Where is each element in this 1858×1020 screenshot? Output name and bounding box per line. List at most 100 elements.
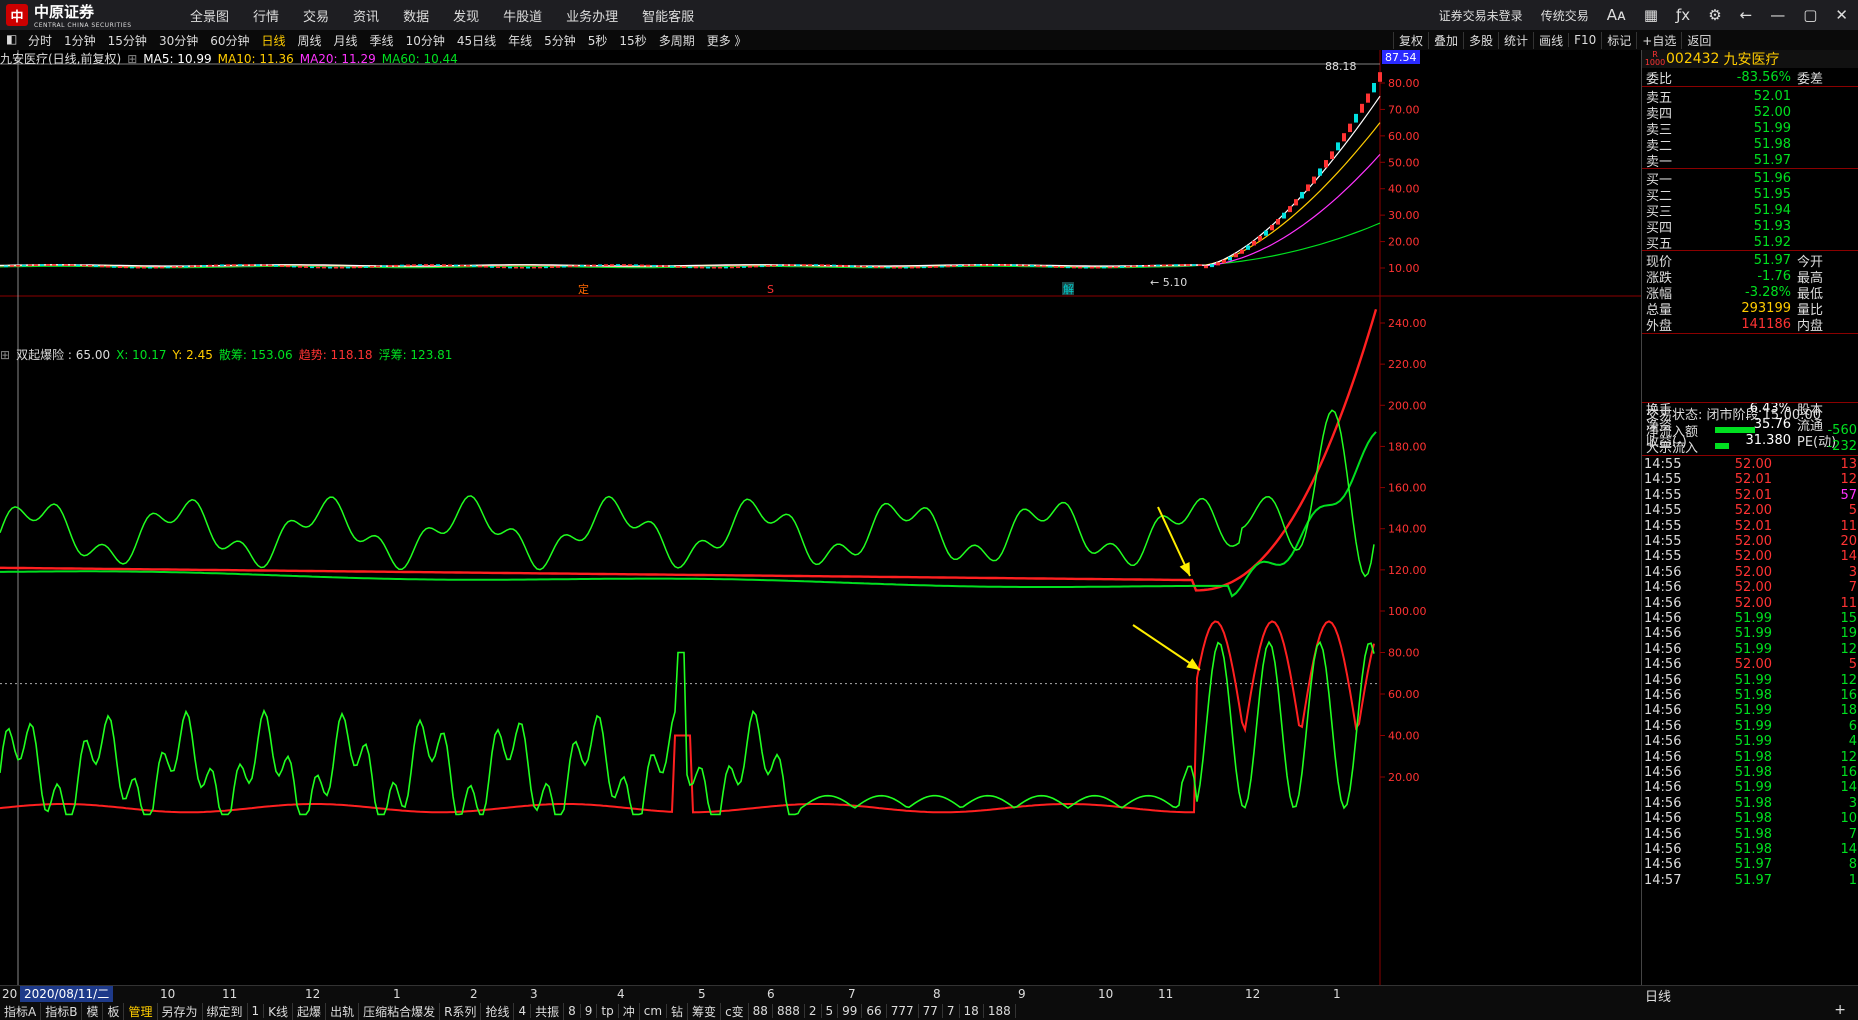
candle: [280, 265, 284, 267]
tool-button[interactable]: 多股: [1463, 31, 1498, 49]
indicator-tab[interactable]: 筹变: [688, 1002, 722, 1020]
menu-item[interactable]: 牛股道: [503, 6, 542, 25]
stat-value: 141186: [1741, 316, 1791, 332]
indicator-tab[interactable]: 188: [984, 1004, 1016, 1018]
indicator-tab[interactable]: 4: [514, 1004, 532, 1018]
trade-mode-button[interactable]: 传统交易: [1541, 7, 1589, 24]
indicator-tab[interactable]: c变: [721, 1002, 749, 1020]
tick-time: 14:56: [1644, 657, 1682, 673]
candle: [1240, 249, 1244, 254]
tool-button[interactable]: 叠加: [1428, 31, 1463, 49]
add-icon[interactable]: +: [1834, 1002, 1846, 1018]
indicator-tab[interactable]: 77: [919, 1004, 943, 1018]
indicator-y-tick: 240.00: [1388, 317, 1427, 330]
indicator-tab[interactable]: 8: [564, 1004, 581, 1018]
candle: [1012, 264, 1016, 267]
indicator-tab[interactable]: 888: [773, 1004, 805, 1018]
period-tab[interactable]: 15分钟: [108, 32, 147, 49]
tool-button[interactable]: 统计: [1498, 31, 1533, 49]
tick-price: 51.99: [1734, 718, 1772, 734]
candle: [1024, 264, 1028, 267]
x-axis-label: 9: [1018, 987, 1026, 1001]
back-arrow-icon[interactable]: ←: [1740, 6, 1753, 24]
indicator-tab[interactable]: 起爆: [293, 1002, 327, 1020]
period-tab[interactable]: 30分钟: [159, 32, 198, 49]
tool-button[interactable]: 复权: [1393, 31, 1428, 49]
indicator-tab[interactable]: 9: [581, 1004, 598, 1018]
indicator-tab[interactable]: 指标A: [0, 1002, 42, 1020]
indicator-tab[interactable]: 板: [103, 1002, 125, 1020]
font-size-icon[interactable]: Aᴀ: [1607, 6, 1626, 24]
minimize-icon[interactable]: —: [1770, 6, 1785, 24]
period-tab[interactable]: 更多 》: [707, 32, 747, 49]
tick-time: 14:56: [1644, 626, 1682, 642]
candle: [1336, 142, 1340, 151]
period-tab[interactable]: 月线: [334, 32, 358, 49]
indicator-y-tick: 100.00: [1388, 605, 1427, 618]
period-tab[interactable]: 年线: [508, 32, 532, 49]
indicator-tab[interactable]: 钻: [667, 1002, 689, 1020]
period-tab[interactable]: 周线: [298, 32, 322, 49]
indicator-tab[interactable]: tp: [597, 1004, 619, 1018]
period-tab[interactable]: 季线: [370, 32, 394, 49]
indicator-tab[interactable]: 5: [822, 1004, 839, 1018]
period-tab[interactable]: 10分钟: [406, 32, 445, 49]
period-tab[interactable]: 15秒: [619, 32, 646, 49]
formula-icon[interactable]: ƒx: [1676, 6, 1690, 24]
grid-icon[interactable]: ▦: [1644, 6, 1658, 24]
indicator-tab[interactable]: 66: [862, 1004, 887, 1018]
indicator-tab[interactable]: K线: [264, 1002, 294, 1020]
menu-item[interactable]: 资讯: [353, 6, 379, 25]
indicator-tab[interactable]: 压缩粘合爆发: [359, 1002, 441, 1020]
maximize-icon[interactable]: ▢: [1803, 6, 1817, 24]
period-tab[interactable]: 1分钟: [64, 32, 96, 49]
toggle-icon[interactable]: ⊞: [0, 348, 10, 362]
panel-toggle-icon[interactable]: ◧: [6, 32, 17, 46]
indicator-tab[interactable]: 指标B: [41, 1002, 83, 1020]
tool-button[interactable]: 标记: [1601, 31, 1636, 49]
indicator-tab[interactable]: 出轨: [326, 1002, 360, 1020]
indicator-tab[interactable]: 抢线: [481, 1002, 515, 1020]
period-tab[interactable]: 45日线: [457, 32, 496, 49]
tool-button[interactable]: F10: [1568, 33, 1601, 47]
kline-chart[interactable]: 80.00 70.00 60.00 50.00 40.00 30.00 20.00 10.00…: [0, 50, 1641, 985]
indicator-tab[interactable]: 18: [960, 1004, 984, 1018]
indicator-tab[interactable]: 另存为: [158, 1002, 203, 1020]
gear-icon[interactable]: ⚙: [1708, 6, 1721, 24]
tool-button[interactable]: 返回: [1681, 31, 1716, 49]
tool-button[interactable]: +自选: [1636, 31, 1681, 49]
menu-item[interactable]: 智能客服: [642, 6, 694, 25]
indicator-tab[interactable]: R系列: [440, 1002, 482, 1020]
period-tab[interactable]: 分时: [28, 32, 52, 49]
indicator-tab[interactable]: 1: [248, 1004, 265, 1018]
menu-item[interactable]: 数据: [403, 6, 429, 25]
tool-button[interactable]: 画线: [1533, 31, 1568, 49]
close-icon[interactable]: ✕: [1835, 6, 1848, 24]
indicator-tab[interactable]: 2: [805, 1004, 822, 1018]
period-tab[interactable]: 5秒: [588, 32, 608, 49]
indicator-tab[interactable]: 管理: [124, 1002, 158, 1020]
menu-item[interactable]: 发现: [453, 6, 479, 25]
indicator-tab[interactable]: cm: [640, 1004, 668, 1018]
toggle-icon[interactable]: ⊞: [127, 52, 137, 66]
menu-item[interactable]: 全景图: [190, 6, 229, 25]
indicator-tab[interactable]: 777: [887, 1004, 919, 1018]
indicator-tab[interactable]: 99: [838, 1004, 863, 1018]
menu-item[interactable]: 行情: [253, 6, 279, 25]
indicator-tab[interactable]: 模: [82, 1002, 104, 1020]
period-tab[interactable]: 5分钟: [544, 32, 576, 49]
period-tab[interactable]: 60分钟: [210, 32, 249, 49]
tick-volume: 5: [1848, 657, 1857, 673]
period-tab[interactable]: 日线: [262, 32, 286, 49]
indicator-tab[interactable]: 88: [749, 1004, 773, 1018]
menu-item[interactable]: 业务办理: [566, 6, 618, 25]
indicator-tab[interactable]: 7: [943, 1004, 960, 1018]
login-status[interactable]: 证券交易未登录: [1439, 7, 1523, 24]
indicator-tab[interactable]: 共振: [531, 1002, 565, 1020]
menu-item[interactable]: 交易: [303, 6, 329, 25]
tick-volume: 1: [1848, 872, 1857, 888]
period-label[interactable]: 日线: [1645, 986, 1671, 1005]
indicator-tab[interactable]: 冲: [619, 1002, 640, 1020]
indicator-tab[interactable]: 绑定到: [203, 1002, 248, 1020]
period-tab[interactable]: 多周期: [659, 32, 695, 49]
